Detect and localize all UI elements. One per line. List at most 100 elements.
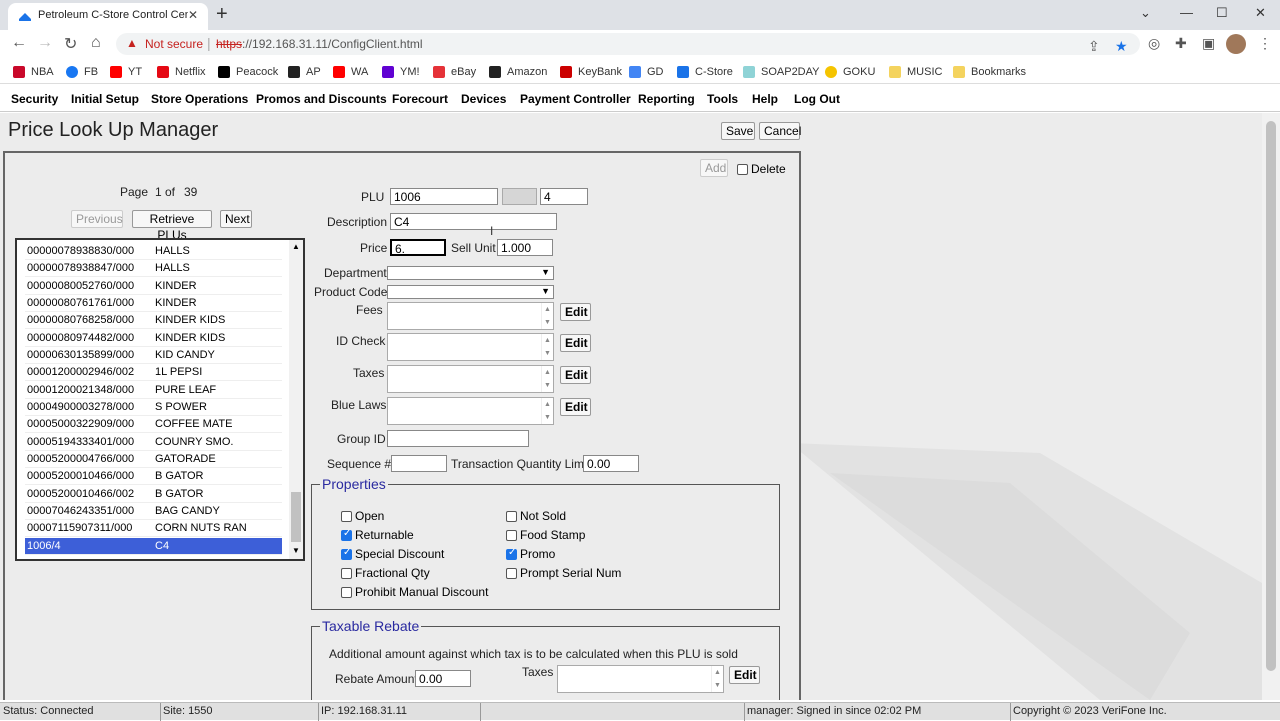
save-button[interactable]: Save <box>721 122 755 140</box>
next-button[interactable]: Next <box>220 210 252 228</box>
textarea-spinner-icon[interactable]: ▲ ▼ <box>541 334 553 360</box>
menu-store-operations[interactable]: Store Operations <box>151 92 248 106</box>
puzzle-icon[interactable]: ✚ <box>1175 35 1187 52</box>
taxes-edit-button[interactable]: Edit <box>560 366 591 384</box>
price-input[interactable]: 6. <box>390 239 446 256</box>
list-item[interactable]: 00000080768258/000 KINDER KIDS <box>25 312 282 329</box>
profile-avatar[interactable] <box>1226 34 1246 54</box>
rebate-taxes-textarea[interactable]: ▲ ▼ <box>557 665 724 693</box>
bookmark-ap[interactable]: AP <box>288 64 321 80</box>
menu-security[interactable]: Security <box>11 92 58 106</box>
textarea-spinner-icon[interactable]: ▲ ▼ <box>541 303 553 329</box>
menu-tools[interactable]: Tools <box>707 92 738 106</box>
window-close-icon[interactable]: ✕ <box>1255 5 1266 21</box>
kebab-menu-icon[interactable]: ⋮ <box>1258 35 1272 52</box>
page-scroll-thumb[interactable] <box>1266 121 1276 671</box>
address-bar[interactable]: ▲ Not secure | https://192.168.31.11/Con… <box>116 33 1140 55</box>
list-item[interactable]: 00005200010466/000 B GATOR <box>25 468 282 485</box>
sequence-input[interactable] <box>391 455 447 472</box>
list-scrollbar[interactable]: ▲ ▼ <box>289 240 303 559</box>
fees-edit-button[interactable]: Edit <box>560 303 591 321</box>
id-check-edit-button[interactable]: Edit <box>560 334 591 352</box>
textarea-spinner-icon[interactable]: ▲ ▼ <box>711 666 723 692</box>
list-item[interactable]: 00007115907311/000 CORN NUTS RAN <box>25 520 282 537</box>
list-scroll-thumb[interactable] <box>291 492 301 542</box>
list-item[interactable]: 00000630135899/000 KID CANDY <box>25 347 282 364</box>
list-item[interactable]: 00001200021348/000 PURE LEAF <box>25 382 282 399</box>
bookmark-fb[interactable]: FB <box>66 64 98 80</box>
add-button[interactable]: Add <box>700 159 728 177</box>
list-item[interactable]: 00000080974482/000 KINDER KIDS <box>25 330 282 347</box>
menu-payment-controller[interactable]: Payment Controller <box>520 92 631 106</box>
cancel-button[interactable]: Cancel <box>759 122 801 140</box>
share-icon[interactable]: ⇪ <box>1088 38 1100 55</box>
department-select[interactable]: ▼ <box>387 266 554 280</box>
minimize-icon[interactable]: — <box>1180 5 1193 20</box>
page-scrollbar[interactable] <box>1262 113 1280 700</box>
bookmark-amazon[interactable]: Amazon <box>489 64 547 80</box>
prompt-serial-num-checkbox[interactable]: Prompt Serial Num <box>506 566 621 580</box>
textarea-spinner-icon[interactable]: ▲ ▼ <box>541 366 553 392</box>
list-item[interactable]: 00004900003278/000 S POWER <box>25 399 282 416</box>
list-item[interactable]: 00005200004766/000 GATORADE <box>25 451 282 468</box>
menu-devices[interactable]: Devices <box>461 92 506 106</box>
id-check-textarea[interactable]: ▲ ▼ <box>387 333 554 361</box>
bookmark-yt[interactable]: YT <box>110 64 142 80</box>
list-item[interactable]: 00000078938830/000 HALLS <box>25 243 282 260</box>
textarea-spinner-icon[interactable]: ▲ ▼ <box>541 398 553 424</box>
menu-reporting[interactable]: Reporting <box>638 92 695 106</box>
plu-list[interactable]: ▲ ▼ 00000078938830/000 HALLS 000000789388… <box>15 238 305 561</box>
plu-modifier-input[interactable]: 4 <box>540 188 588 205</box>
bookmark-wa[interactable]: WA <box>333 64 368 80</box>
fractional-qty-checkbox[interactable]: Fractional Qty <box>341 566 430 580</box>
sell-unit-input[interactable]: 1.000 <box>497 239 553 256</box>
list-item[interactable]: 00001200002946/002 1L PEPSI <box>25 364 282 381</box>
bookmark-cstore[interactable]: C-Store <box>677 64 733 80</box>
list-item[interactable]: 00007046243351/000 BAG CANDY <box>25 503 282 520</box>
browser-tab[interactable]: Petroleum C-Store Control Cente ✕ <box>8 3 208 30</box>
previous-button[interactable]: Previous <box>71 210 123 228</box>
description-input[interactable]: C4 <box>390 213 557 230</box>
list-item[interactable]: 00000078938847/000 HALLS <box>25 260 282 277</box>
menu-initial-setup[interactable]: Initial Setup <box>71 92 139 106</box>
new-tab-button[interactable]: + <box>216 3 228 26</box>
bookmark-peacock[interactable]: Peacock <box>218 64 278 80</box>
rebate-amount-input[interactable]: 0.00 <box>415 670 471 687</box>
bookmark-soap2day[interactable]: SOAP2DAY <box>743 64 820 80</box>
bookmark-gd[interactable]: GD <box>629 64 664 80</box>
menu-forecourt[interactable]: Forecourt <box>392 92 448 106</box>
list-item-selected[interactable]: 1006/4 C4 <box>25 538 282 555</box>
taxes-textarea[interactable]: ▲ ▼ <box>387 365 554 393</box>
food-stamp-checkbox[interactable]: Food Stamp <box>506 528 585 542</box>
blue-laws-edit-button[interactable]: Edit <box>560 398 591 416</box>
back-icon[interactable]: ← <box>11 34 27 52</box>
list-item[interactable]: 00005194333401/000 COUNRY SMO. <box>25 434 282 451</box>
star-icon[interactable]: ★ <box>1115 38 1128 55</box>
chevron-down-icon[interactable]: ⌄ <box>1140 5 1151 21</box>
bookmark-bookmarks[interactable]: Bookmarks <box>953 64 1026 80</box>
scroll-up-icon[interactable]: ▲ <box>292 242 300 251</box>
fees-textarea[interactable]: ▲ ▼ <box>387 302 554 330</box>
group-id-input[interactable] <box>387 430 529 447</box>
extension-icon[interactable]: ◎ <box>1148 35 1160 52</box>
tab-close-icon[interactable]: ✕ <box>188 8 198 22</box>
list-item[interactable]: 00000080761761/000 KINDER <box>25 295 282 312</box>
plu-input[interactable]: 1006 <box>390 188 498 205</box>
not-sold-checkbox[interactable]: Not Sold <box>506 509 566 523</box>
open-checkbox[interactable]: Open <box>341 509 384 523</box>
bookmark-netflix[interactable]: Netflix <box>157 64 206 80</box>
bookmark-ymail[interactable]: YM! <box>382 64 420 80</box>
retrieve-plus-button[interactable]: Retrieve PLUs <box>132 210 212 242</box>
scroll-down-icon[interactable]: ▼ <box>292 546 300 555</box>
product-code-select[interactable]: ▼ <box>387 285 554 299</box>
bookmark-goku[interactable]: GOKU <box>825 64 875 80</box>
menu-help[interactable]: Help <box>752 92 778 106</box>
bookmark-nba[interactable]: NBA <box>13 64 54 80</box>
sidepanel-icon[interactable]: ▣ <box>1202 35 1215 52</box>
menu-log-out[interactable]: Log Out <box>794 92 840 106</box>
bookmark-ebay[interactable]: eBay <box>433 64 476 80</box>
list-item[interactable]: 00005200010466/002 B GATOR <box>25 486 282 503</box>
list-item[interactable]: 00000080052760/000 KINDER <box>25 278 282 295</box>
blue-laws-textarea[interactable]: ▲ ▼ <box>387 397 554 425</box>
delete-checkbox[interactable]: Delete <box>737 162 786 176</box>
